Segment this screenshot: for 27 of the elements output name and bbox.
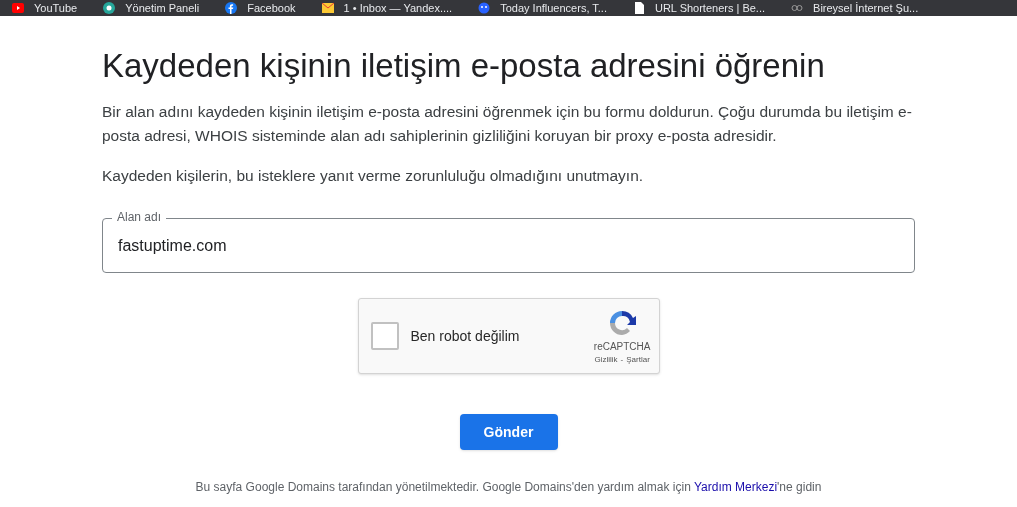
description-text: Kaydeden kişilerin, bu isteklere yanıt verme zorunluluğu olmadığını unutmayın.: [102, 166, 645, 186]
circle-icon: [103, 2, 116, 14]
smiley-icon: [478, 2, 491, 14]
page-title: Kaydeden kişinin iletişim e-posta adresini öğrenin: [102, 46, 826, 86]
captcha-label: Ben robot değilim: [410, 326, 521, 346]
submit-button[interactable]: Gönder: [459, 414, 558, 450]
link-icon: [791, 2, 804, 14]
document-icon: [633, 2, 645, 14]
field-label: Alan adı: [112, 210, 167, 224]
bookmark-link[interactable]: Yönetim Paneli: [125, 2, 200, 14]
play-icon: [12, 2, 24, 14]
bookmark-link[interactable]: YouTube: [34, 2, 78, 14]
terms-link[interactable]: Şartlar: [626, 355, 650, 365]
bookmark-link[interactable]: Today Influencers, T...: [500, 2, 607, 14]
separator-text: -: [620, 355, 624, 365]
bookmark-link[interactable]: Facebook: [247, 2, 296, 14]
description-text: Bir alan adını kaydeden kişinin iletişim e-posta adresini öğrenmek için bu formu doldurun. Çoğu durumda bu iletişim e-posta adresi, WHOIS sisteminde alan adı sahiplerinin gizliliğini koruyan bir proxy e-posta adresidir.: [102, 102, 913, 146]
captcha-checkbox[interactable]: [370, 322, 399, 350]
facebook-icon: [225, 2, 238, 14]
privacy-link[interactable]: Gizlilik: [594, 355, 618, 365]
footer-text: Bu sayfa Google Domains tarafından yönetilmektedir. Google Domains'den yardım almak için Yardım Merkezi'ne gidin: [194, 480, 823, 495]
bookmark-link[interactable]: URL Shorteners | Be...: [655, 2, 766, 14]
mail-icon: [321, 2, 334, 14]
bookmark-link[interactable]: 1 • Inbox — Yandex....: [343, 2, 453, 14]
recaptcha-brand: reCAPTCHA: [593, 341, 651, 353]
help-center-link[interactable]: Yardım Merkezi: [693, 480, 778, 494]
bookmark-link[interactable]: Bireysel İnternet Şu...: [813, 2, 919, 14]
